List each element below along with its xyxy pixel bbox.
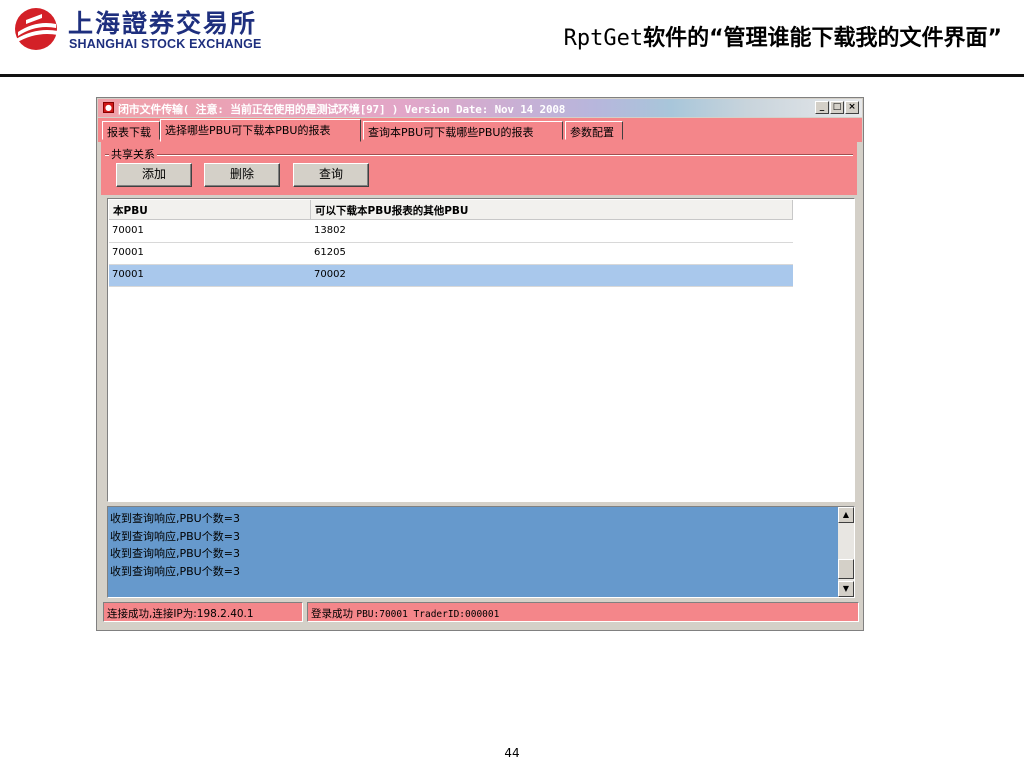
pbu-table: 本PBU 可以下载本PBU报表的其他PBU 70001 13802 70001 … xyxy=(107,198,855,502)
cell-other-pbu: 70002 xyxy=(314,269,346,280)
slide-title-prefix: RptGet xyxy=(563,26,644,51)
table-row[interactable]: 70001 61205 xyxy=(109,243,793,265)
table-body: 70001 13802 70001 61205 70001 70002 xyxy=(109,221,793,287)
status-login: 登录成功 PBU:70001 TraderID:000001 xyxy=(307,602,859,622)
tab-settings[interactable]: 参数配置 xyxy=(565,121,623,140)
sse-logo: 上海證券交易所 SHANGHAI STOCK EXCHANGE xyxy=(12,4,292,56)
log-line: 收到查询响应,PBU个数=3 xyxy=(110,547,240,560)
table-header: 本PBU 可以下载本PBU报表的其他PBU xyxy=(109,200,793,220)
tab-report-download[interactable]: 报表下载 xyxy=(102,121,160,140)
log-lines: 收到查询响应,PBU个数=3 收到查询响应,PBU个数=3 收到查询响应,PBU… xyxy=(110,510,240,580)
window-controls: _ □ × xyxy=(815,101,859,114)
rptget-window: ● 闭市文件传输( 注意: 当前正在使用的是测试环境[97] ) Version… xyxy=(96,97,864,631)
window-titlebar[interactable]: ● 闭市文件传输( 注意: 当前正在使用的是测试环境[97] ) Version… xyxy=(98,99,862,117)
log-panel[interactable]: 收到查询响应,PBU个数=3 收到查询响应,PBU个数=3 收到查询响应,PBU… xyxy=(107,506,855,598)
sse-logo-icon xyxy=(15,8,58,50)
page-number: 44 xyxy=(504,746,520,760)
scroll-down-icon[interactable]: ▼ xyxy=(838,581,854,597)
status-bar: 连接成功,连接IP为:198.2.40.1 登录成功 PBU:70001 Tra… xyxy=(103,602,859,622)
cell-own-pbu: 70001 xyxy=(112,247,144,258)
add-button[interactable]: 添加 xyxy=(116,163,192,187)
scroll-up-icon[interactable]: ▲ xyxy=(838,507,854,523)
column-header-other-pbu[interactable]: 可以下载本PBU报表的其他PBU xyxy=(311,200,793,220)
table-row[interactable]: 70001 13802 xyxy=(109,221,793,243)
tab-strip: 报表下载 选择哪些PBU可下载本PBU的报表 查询本PBU可下载哪些PBU的报表… xyxy=(98,118,862,142)
cell-own-pbu: 70001 xyxy=(112,225,144,236)
maximize-button[interactable]: □ xyxy=(830,101,844,114)
delete-button[interactable]: 删除 xyxy=(204,163,280,187)
group-title: 共享关系 xyxy=(109,146,157,162)
tab-choose-pbus[interactable]: 选择哪些PBU可下载本PBU的报表 xyxy=(160,119,361,142)
log-line: 收到查询响应,PBU个数=3 xyxy=(110,564,240,578)
log-scrollbar[interactable]: ▲ ▼ xyxy=(838,507,854,597)
query-button[interactable]: 查询 xyxy=(293,163,369,187)
group-border xyxy=(105,154,853,156)
cell-other-pbu: 61205 xyxy=(314,247,346,258)
log-line: 收到查询响应,PBU个数=3 xyxy=(110,512,240,525)
minimize-button[interactable]: _ xyxy=(815,101,829,114)
logo-name-en: SHANGHAI STOCK EXCHANGE xyxy=(69,37,262,51)
slide-title-rest: 软件的“管理谁能下载我的文件界面” xyxy=(643,26,1002,51)
scroll-thumb[interactable] xyxy=(838,559,854,579)
close-button[interactable]: × xyxy=(845,101,859,114)
cell-own-pbu: 70001 xyxy=(112,269,144,280)
header-divider xyxy=(0,74,1024,77)
tab-query-pbus[interactable]: 查询本PBU可下载哪些PBU的报表 xyxy=(363,121,563,140)
window-title: 闭市文件传输( 注意: 当前正在使用的是测试环境[97] ) Version D… xyxy=(118,103,566,116)
status-login-label: 登录成功 xyxy=(311,608,353,620)
app-icon: ● xyxy=(103,102,114,113)
log-line: 收到查询响应,PBU个数=3 xyxy=(110,529,240,543)
cell-other-pbu: 13802 xyxy=(314,225,346,236)
status-login-detail: PBU:70001 TraderID:000001 xyxy=(356,609,500,620)
sharing-group: 共享关系 添加 删除 查询 xyxy=(101,142,857,195)
slide-title: RptGet软件的“管理谁能下载我的文件界面” xyxy=(564,20,1002,52)
logo-name-cn: 上海證券交易所 xyxy=(68,9,258,38)
column-header-own-pbu[interactable]: 本PBU xyxy=(109,200,311,220)
table-row-selected[interactable]: 70001 70002 xyxy=(109,265,793,287)
status-connection: 连接成功,连接IP为:198.2.40.1 xyxy=(103,602,303,622)
